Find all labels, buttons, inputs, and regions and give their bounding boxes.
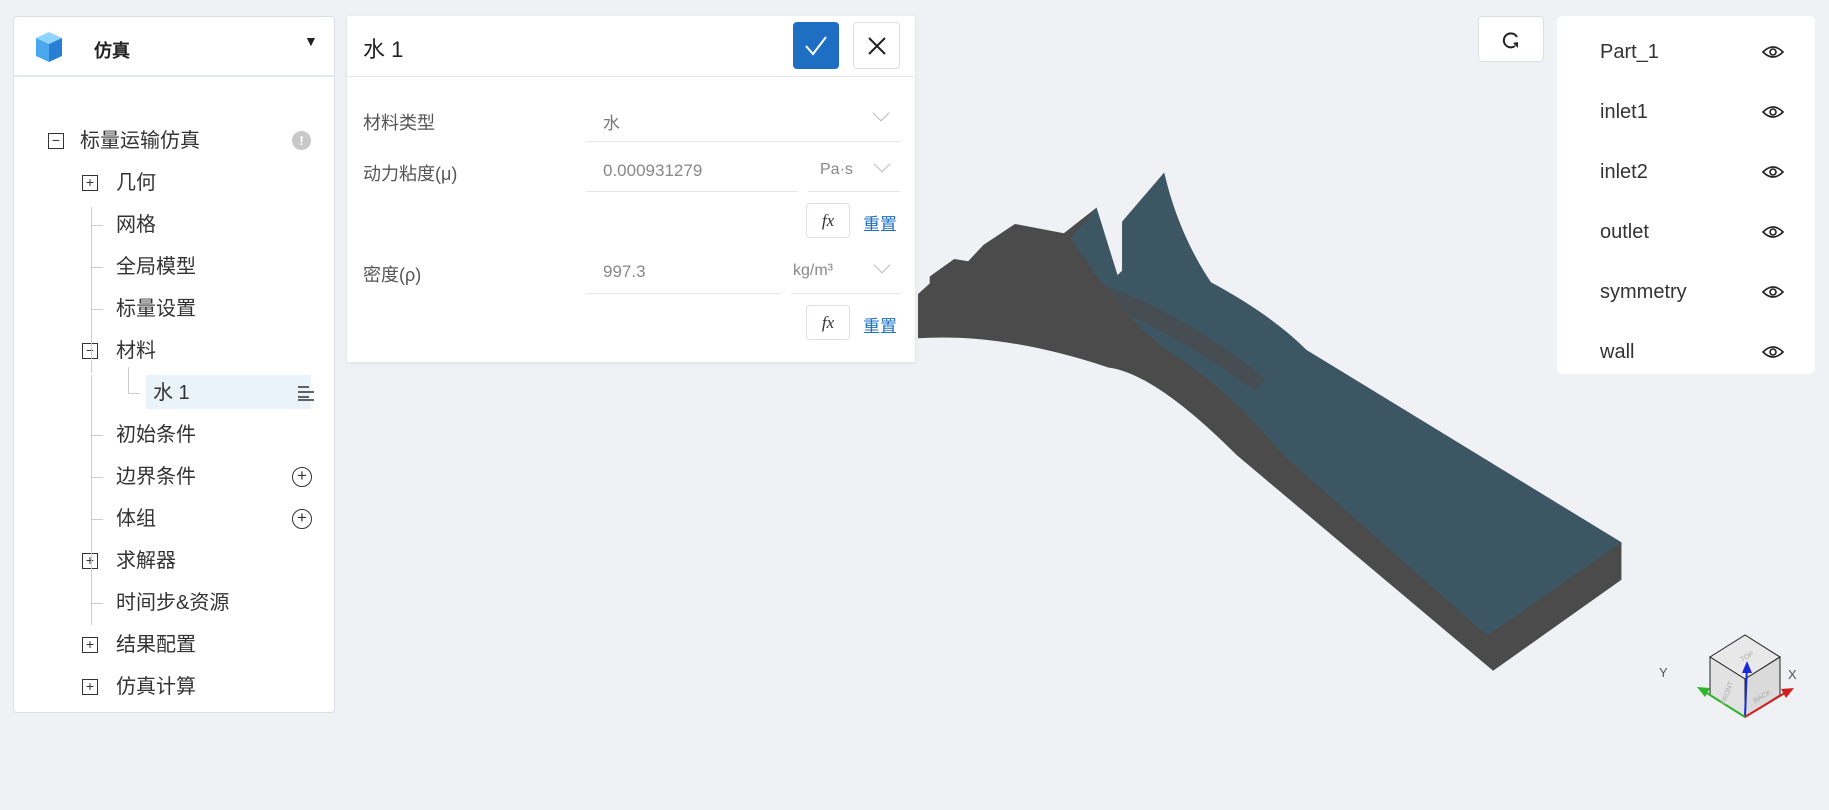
material-type-label: 材料类型: [363, 113, 435, 133]
tree-item[interactable]: 标量运输仿真: [80, 123, 200, 159]
menu-icon[interactable]: [297, 385, 315, 401]
dialog-title: 水 1: [363, 37, 404, 62]
tree-item[interactable]: 标量设置: [116, 291, 196, 327]
eye-icon[interactable]: [1762, 105, 1784, 119]
material-type-value: 水: [603, 114, 620, 133]
tree-item[interactable]: 水 1: [153, 375, 190, 411]
viscosity-fx-button[interactable]: fx: [806, 203, 850, 238]
eye-icon[interactable]: [1762, 225, 1784, 239]
x-axis-label: X: [1788, 667, 1797, 682]
density-unit: kg/m³: [793, 262, 833, 279]
y-axis-label: Y: [1659, 665, 1668, 680]
density-unit-select[interactable]: kg/m³: [791, 249, 900, 292]
chevron-down-icon: [873, 256, 891, 274]
part-name: wall: [1600, 341, 1635, 363]
viscosity-unit: Pa·s: [820, 161, 853, 178]
eye-icon[interactable]: [1762, 345, 1784, 359]
part-row[interactable]: inlet1: [1557, 92, 1815, 132]
confirm-button[interactable]: [793, 22, 839, 69]
part-name: symmetry: [1600, 281, 1687, 303]
chevron-down-icon: [872, 104, 890, 122]
reset-view-button[interactable]: [1478, 16, 1544, 62]
part-row[interactable]: outlet: [1557, 212, 1815, 252]
eye-icon[interactable]: [1762, 165, 1784, 179]
parts-visibility-list: Part_1 inlet1 inlet2 outlet symmetry wal…: [1557, 16, 1815, 374]
part-name: inlet2: [1600, 161, 1648, 183]
part-name: inlet1: [1600, 101, 1648, 123]
viscosity-label: 动力粘度(μ): [363, 164, 458, 184]
collapse-toggle-icon[interactable]: −: [82, 343, 98, 359]
part-row[interactable]: symmetry: [1557, 272, 1815, 312]
density-label: 密度(ρ): [363, 265, 422, 285]
tree-item[interactable]: 初始条件: [116, 417, 196, 453]
material-type-select[interactable]: 水: [586, 96, 900, 141]
part-row[interactable]: wall: [1557, 332, 1815, 372]
viscosity-input[interactable]: 0.000931279: [586, 148, 798, 191]
tree: − 标量运输仿真! + 几何 网格 全局模型 标量设置 − 材料水 1 初始条件 边界条件 + 体组 + +…: [14, 17, 334, 712]
tree-item[interactable]: 材料: [116, 333, 156, 369]
tree-item[interactable]: 体组: [116, 501, 156, 537]
collapse-toggle-icon[interactable]: −: [48, 133, 64, 149]
tree-item[interactable]: 全局模型: [116, 249, 196, 285]
expand-toggle-icon[interactable]: +: [82, 553, 98, 569]
close-icon: [867, 37, 886, 55]
dialog-header: 水 1: [347, 16, 915, 77]
add-circle-icon[interactable]: +: [292, 467, 312, 487]
tree-item[interactable]: 几何: [116, 165, 156, 201]
expand-toggle-icon[interactable]: +: [82, 175, 98, 191]
orientation-cube[interactable]: Y X TOP FRONT BACK: [1650, 625, 1800, 720]
add-circle-icon[interactable]: +: [292, 509, 312, 529]
tree-item[interactable]: 网格: [116, 207, 156, 243]
chevron-down-icon: [873, 155, 891, 173]
density-fx-button[interactable]: fx: [806, 305, 850, 340]
part-row[interactable]: Part_1: [1557, 32, 1815, 72]
viscosity-value: 0.000931279: [603, 161, 703, 180]
check-icon: [805, 36, 827, 56]
density-input[interactable]: 997.3: [586, 249, 780, 292]
expand-toggle-icon[interactable]: +: [82, 679, 98, 695]
part-row[interactable]: inlet2: [1557, 152, 1815, 192]
tree-item[interactable]: 求解器: [116, 543, 176, 579]
material-dialog: 水 1 材料类型 水 动力粘度(μ) 0.000931279 Pa·s fx 重…: [347, 16, 915, 362]
density-reset-link[interactable]: 重置: [863, 312, 897, 337]
viscosity-reset-link[interactable]: 重置: [863, 210, 897, 235]
viscosity-unit-select[interactable]: Pa·s: [808, 148, 900, 191]
warning-badge: !: [292, 131, 311, 150]
eye-icon[interactable]: [1762, 45, 1784, 59]
tree-item[interactable]: 结果配置: [116, 627, 196, 663]
expand-toggle-icon[interactable]: +: [82, 637, 98, 653]
tree-item[interactable]: 时间步&资源: [116, 585, 229, 621]
tree-item[interactable]: 边界条件: [116, 459, 196, 495]
density-value: 997.3: [603, 262, 646, 281]
tree-item[interactable]: 仿真计算: [116, 669, 196, 705]
part-name: Part_1: [1600, 41, 1659, 63]
part-name: outlet: [1600, 221, 1649, 243]
refresh-icon: [1502, 32, 1518, 49]
eye-icon[interactable]: [1762, 285, 1784, 299]
close-button[interactable]: [853, 22, 900, 69]
simulation-tree-panel: 仿真 ▼ − 标量运输仿真! + 几何 网格 全局模型 标量设置 − 材料水 1 初始条件 边界条件…: [13, 16, 335, 713]
model-top-surface: [1070, 172, 1622, 636]
